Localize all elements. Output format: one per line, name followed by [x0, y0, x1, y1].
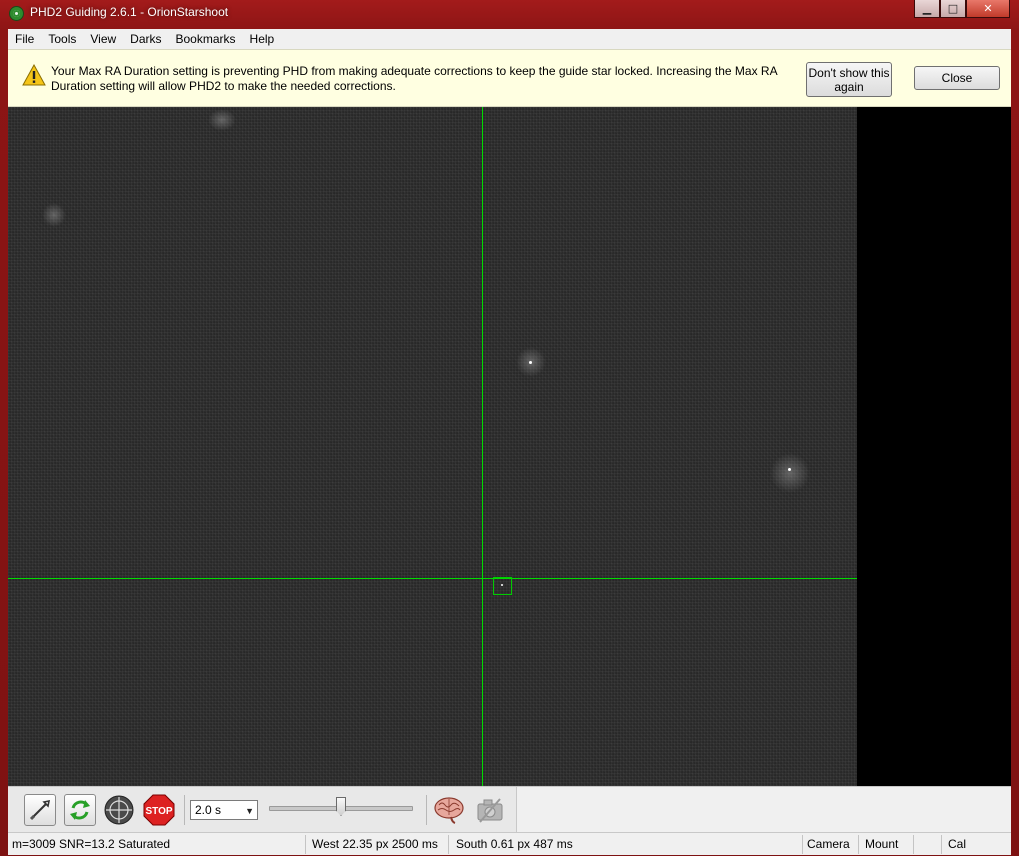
- dec-correction-status: South 0.61 px 487 ms: [456, 837, 573, 851]
- title-bar[interactable]: PHD2 Guiding 2.6.1 - OrionStarshoot ▁ □ …: [0, 0, 1019, 28]
- star: [529, 361, 532, 364]
- minimize-button[interactable]: ▁: [914, 0, 940, 18]
- menu-help[interactable]: Help: [243, 29, 282, 49]
- toolbar-separator: [184, 795, 185, 825]
- loop-icon: [70, 800, 90, 820]
- menu-file[interactable]: File: [8, 29, 41, 49]
- loop-button[interactable]: [64, 794, 96, 826]
- toolbar-separator: [426, 795, 427, 825]
- guide-star-selection-box[interactable]: [493, 577, 512, 595]
- app-window: PHD2 Guiding 2.6.1 - OrionStarshoot ▁ □ …: [0, 0, 1019, 856]
- use-camera-button[interactable]: [24, 794, 56, 826]
- faint-star: [42, 203, 66, 227]
- menu-view[interactable]: View: [83, 29, 123, 49]
- ra-correction-status: West 22.35 px 2500 ms: [312, 837, 438, 851]
- dont-show-again-button[interactable]: Don't show this again: [806, 62, 892, 97]
- window-title: PHD2 Guiding 2.6.1 - OrionStarshoot: [30, 5, 229, 19]
- exposure-duration-select[interactable]: 2.0 s ▼: [190, 800, 258, 820]
- stop-icon: STOP: [143, 794, 175, 826]
- status-divider: [448, 835, 449, 854]
- brain-icon: [434, 797, 464, 824]
- maximize-button[interactable]: □: [940, 0, 966, 18]
- info-bar: Your Max RA Duration setting is preventi…: [8, 49, 1011, 107]
- faint-star: [770, 453, 810, 493]
- client-area: File Tools View Darks Bookmarks Help You…: [8, 29, 1011, 855]
- close-infobar-button[interactable]: Close: [914, 66, 1000, 90]
- menu-darks[interactable]: Darks: [123, 29, 168, 49]
- camera-settings-icon: [477, 798, 503, 823]
- warning-icon: [22, 64, 46, 86]
- menu-bookmarks[interactable]: Bookmarks: [169, 29, 243, 49]
- chevron-down-icon: ▼: [245, 806, 254, 816]
- crosshair-horizontal-line: [8, 578, 857, 579]
- status-divider: [913, 835, 914, 854]
- status-divider: [858, 835, 859, 854]
- status-divider: [802, 835, 803, 854]
- menu-tools[interactable]: Tools: [41, 29, 83, 49]
- guide-camera-view[interactable]: [8, 107, 1011, 786]
- faint-star: [208, 109, 236, 131]
- guide-star: [501, 584, 503, 586]
- camera-status: Camera: [807, 837, 850, 851]
- window-controls: ▁ □ ✕: [914, 0, 1010, 19]
- star: [788, 468, 791, 471]
- mount-status: Mount: [865, 837, 899, 851]
- stop-label: STOP: [145, 806, 172, 817]
- close-window-button[interactable]: ✕: [966, 0, 1010, 18]
- use-camera-icon: [29, 799, 51, 821]
- crosshair-vertical-line: [482, 107, 483, 786]
- status-bar: m=3009 SNR=13.2 Saturated West 22.35 px …: [8, 832, 1011, 855]
- toolbar-panel: STOP 2.0 s ▼: [8, 787, 517, 832]
- stop-button[interactable]: STOP: [143, 794, 175, 826]
- calibration-status: Cal: [948, 837, 967, 851]
- camera-settings-button[interactable]: [474, 794, 506, 826]
- camera-frame[interactable]: [8, 107, 857, 786]
- menu-bar: File Tools View Darks Bookmarks Help: [8, 29, 1011, 49]
- toolbar: STOP 2.0 s ▼: [8, 786, 1011, 832]
- status-divider: [941, 835, 942, 854]
- phd2-app-icon[interactable]: [9, 6, 24, 21]
- guide-button[interactable]: [103, 794, 135, 826]
- status-divider: [305, 835, 306, 854]
- info-message: Your Max RA Duration setting is preventi…: [51, 64, 777, 93]
- guide-crosshair-icon: [104, 795, 134, 825]
- exposure-value: 2.0 s: [195, 803, 222, 817]
- star-info-status: m=3009 SNR=13.2 Saturated: [12, 837, 171, 851]
- advanced-settings-button[interactable]: [433, 794, 465, 826]
- gamma-slider-thumb[interactable]: [336, 797, 346, 816]
